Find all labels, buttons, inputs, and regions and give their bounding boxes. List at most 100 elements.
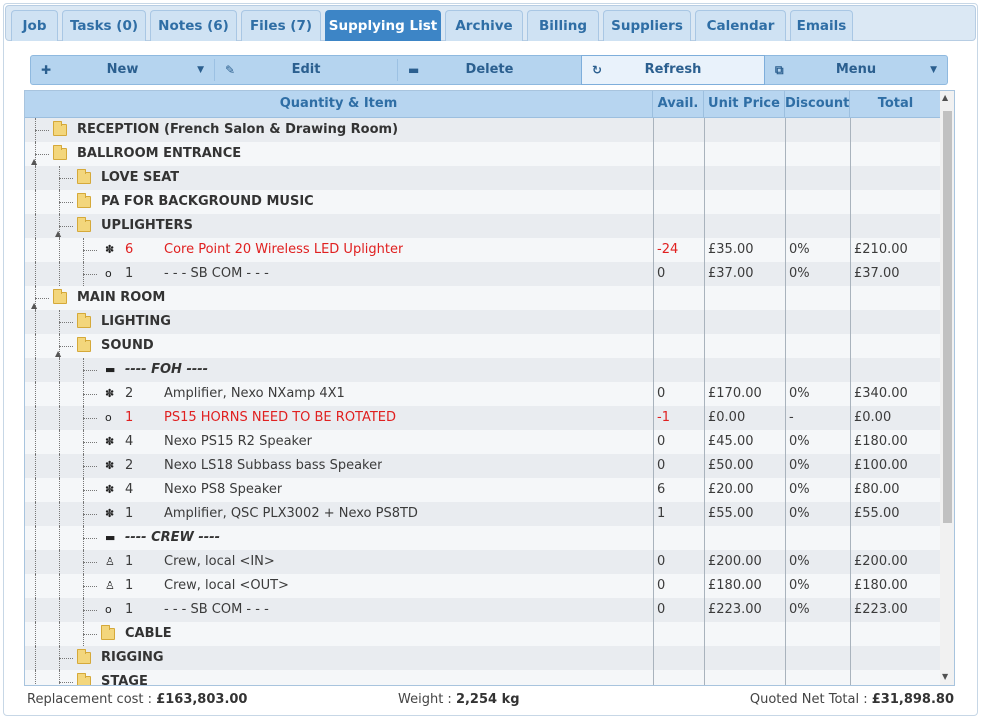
column-divider [704,358,705,382]
column-divider [850,622,851,646]
tree-guide [35,334,36,358]
menu-button[interactable]: ⧉ Menu ▼ [765,56,947,84]
column-divider [850,214,851,238]
item-row[interactable]: ✽ 1 Amplifier, QSC PLX3002 + Nexo PS8TD 1 £5… [25,502,941,526]
column-header-avail[interactable]: Avail. [653,91,704,117]
group-row[interactable]: ▲ BALLROOM ENTRANCE [25,142,941,166]
comment-row[interactable]: ▬ ---- FOH ---- [25,358,941,382]
item-row[interactable]: ✽ 6 Core Point 20 Wireless LED Uplighter -2… [25,238,941,262]
scroll-down-icon[interactable]: ▼ [942,672,948,681]
group-row[interactable]: CABLE [25,622,941,646]
group-label: RIGGING [101,650,164,665]
column-divider [850,478,851,502]
tab-tasks-0[interactable]: Tasks (0) [62,10,146,41]
item-row[interactable]: ✽ 2 Nexo LS18 Subbass bass Speaker 0 £50.00 0… [25,454,941,478]
item-total: £37.00 [854,266,900,281]
tab-suppliers[interactable]: Suppliers [603,10,691,41]
group-row[interactable]: RIGGING [25,646,941,670]
scrollbar-thumb[interactable] [943,111,952,523]
tree-connector [83,250,97,252]
item-total: £223.00 [854,602,908,617]
column-divider [785,238,786,262]
tree-guide [59,406,60,430]
column-divider [653,598,654,622]
column-divider [850,358,851,382]
item-row[interactable]: o1 - - - SB COM - - - 0 £37.00 0% £37.00 [25,262,941,286]
item-name: Nexo PS8 Speaker [164,482,283,497]
column-divider [785,310,786,334]
tab-archive[interactable]: Archive [445,10,523,41]
item-unit-price: £50.00 [708,458,754,473]
group-row[interactable]: ▲ UPLIGHTERS [25,214,941,238]
tab-emails[interactable]: Emails [790,10,853,41]
group-row[interactable]: ▲ MAIN ROOM [25,286,941,310]
item-row[interactable]: o 1 PS15 HORNS NEED TO BE ROTATED -1 £0.00 - £… [25,406,941,430]
column-header-item[interactable]: Quantity & Item [25,91,653,117]
gear-icon: ✽ [105,507,115,520]
group-row[interactable]: PA FOR BACKGROUND MUSIC [25,190,941,214]
scroll-up-icon[interactable]: ▲ [942,93,948,102]
column-divider [653,166,654,190]
column-divider [785,598,786,622]
tab-calendar[interactable]: Calendar [695,10,786,41]
item-availability: 6 [657,482,666,497]
tree-guide [59,550,60,574]
group-row[interactable]: ▲ SOUND [25,334,941,358]
group-label: BALLROOM ENTRANCE [77,146,242,161]
column-header-total[interactable]: Total [850,91,941,117]
column-divider [850,310,851,334]
tab-billing[interactable]: Billing [527,10,599,41]
refresh-button[interactable]: ↻ Refresh [581,55,765,85]
column-divider [704,454,705,478]
item-name: Amplifier, Nexo NXamp 4X1 [164,386,345,401]
tree-connector [83,490,97,492]
column-divider [850,670,851,685]
comment-row[interactable]: ▬ ---- CREW ---- [25,526,941,550]
tab-notes-6[interactable]: Notes (6) [150,10,237,41]
item-availability: 0 [657,578,666,593]
tree-guide [35,430,36,454]
tab-supplying-list[interactable]: Supplying List [325,10,441,41]
item-total: £0.00 [854,410,892,425]
tree-guide [35,358,36,382]
item-quantity: 1 [125,266,134,281]
item-discount: 0% [789,554,810,569]
column-divider [704,118,705,142]
refresh-button-label: Refresh [644,62,702,77]
item-availability: 0 [657,266,666,281]
chevron-down-icon[interactable]: ▼ [930,56,937,84]
tab-files-7[interactable]: Files (7) [241,10,321,41]
item-row[interactable]: ✽ 4 Nexo PS8 Speaker 6 £20.00 0% £80.00 [25,478,941,502]
item-row[interactable]: o1 - - - SB COM - - - 0 £223.00 0% £223.00 [25,598,941,622]
chevron-down-icon[interactable]: ▼ [197,56,204,84]
group-row[interactable]: RECEPTION (French Salon & Drawing Room) [25,118,941,142]
delete-button[interactable]: ▬ Delete [398,56,581,84]
column-divider [785,118,786,142]
tree-guide [35,382,36,406]
group-row[interactable]: STAGE [25,670,941,685]
column-header-unit-price[interactable]: Unit Price [704,91,785,117]
tab-job[interactable]: Job [11,10,58,41]
new-button[interactable]: ✚ New ▼ [31,56,214,84]
item-availability: 1 [657,506,666,521]
item-name: - - - SB COM - - - [164,266,269,281]
column-divider [785,334,786,358]
tree-connector [83,562,97,564]
comment-label: ---- FOH ---- [125,362,209,377]
item-name: Core Point 20 Wireless LED Uplighter [164,242,404,257]
edit-button[interactable]: ✎ Edit [215,56,397,84]
item-total: £80.00 [854,482,900,497]
item-row[interactable]: ✽ 4 Nexo PS15 R2 Speaker 0 £45.00 0% £180.00 [25,430,941,454]
column-header-discount[interactable]: Discount [785,91,850,117]
item-total: £55.00 [854,506,900,521]
column-divider [785,526,786,550]
item-row[interactable]: ♙ 1 Crew, local <OUT> 0 £180.00 0% £180.00 [25,574,941,598]
group-row[interactable]: LIGHTING [25,310,941,334]
vertical-scrollbar[interactable]: ▲ ▼ [940,91,954,685]
item-row[interactable]: ♙ 1 Crew, local <IN> 0 £200.00 0% £200.00 [25,550,941,574]
gear-icon: ✽ [105,459,115,472]
item-row[interactable]: ✽ 2 Amplifier, Nexo NXamp 4X1 0 £170.00 0% £34… [25,382,941,406]
tab-bar: Job Tasks (0) Notes (6) Files (7) Supplying … [5,5,976,41]
column-divider [785,430,786,454]
group-row[interactable]: LOVE SEAT [25,166,941,190]
